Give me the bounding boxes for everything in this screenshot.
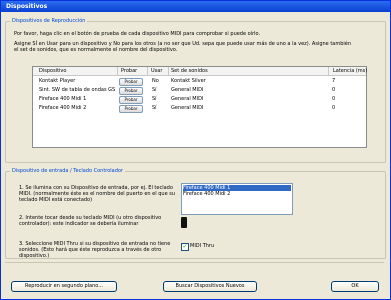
input-group-title: Dispositivo de entrada / Teclado Control… xyxy=(10,168,126,175)
column-header-device[interactable]: Dispositivo xyxy=(39,67,117,75)
column-header-soundset[interactable]: Set de sonidos xyxy=(168,67,331,75)
window-title: Dispositivos xyxy=(6,3,48,10)
play-in-background-button[interactable]: Reproducir en segundo plano... xyxy=(11,281,117,292)
playback-instruction-3: el set de sonidos, que es normalmente el… xyxy=(14,47,178,53)
soundset-value[interactable]: General MIDI xyxy=(171,104,203,112)
playback-instruction-1: Por favor, haga clic en el botón de prue… xyxy=(14,31,261,37)
ok-button[interactable]: OK xyxy=(331,281,379,292)
latency-value: 7 xyxy=(332,78,336,84)
checkmark-icon: ✓ xyxy=(182,243,188,250)
test-button[interactable]: Probar xyxy=(119,87,143,95)
table-header: Dispositivo Probar Usar Set de sonidos L… xyxy=(33,67,368,76)
use-value[interactable]: No xyxy=(152,77,159,85)
soundset-value[interactable]: General MIDI xyxy=(171,86,203,94)
use-value[interactable]: Sí xyxy=(152,95,157,103)
table-row[interactable]: Fireface 400 Midi 1 Probar Sí General MI… xyxy=(33,95,366,104)
column-header-test[interactable]: Probar xyxy=(117,67,151,75)
table-row[interactable]: Sint. SW de tabla de ondas GS Probar Sí … xyxy=(33,86,366,95)
latency-value: 0 xyxy=(332,105,336,111)
device-name: Sint. SW de tabla de ondas GS xyxy=(39,87,116,93)
divider xyxy=(5,262,384,263)
soundset-value[interactable]: Kontakt Silver xyxy=(171,77,206,85)
table-row[interactable]: Kontakt Player Probar No Kontakt Silver … xyxy=(33,77,366,86)
search-new-devices-button[interactable]: Buscar Dispositivos Nuevos xyxy=(163,281,257,292)
devices-dialog: Dispositivos Dispositivos de Reproducció… xyxy=(0,0,391,300)
input-device-list[interactable]: Fireface 400 Midi 1 Fireface 400 Midi 2 xyxy=(181,183,293,215)
use-value[interactable]: Sí xyxy=(152,86,157,94)
test-button[interactable]: Probar xyxy=(119,96,143,104)
step2-line-2: controlador): este indicador se debería … xyxy=(19,221,139,227)
latency-value: 0 xyxy=(332,87,336,93)
column-header-latency[interactable]: Latencia (ms) xyxy=(328,67,368,75)
table-row[interactable]: Fireface 400 Midi 2 Probar Sí General MI… xyxy=(33,104,366,113)
device-name: Fireface 400 Midi 1 xyxy=(39,96,87,102)
latency-value: 0 xyxy=(332,96,336,102)
step1-line-3: teclado MIDI está conectado) xyxy=(19,197,93,203)
midi-thru-label[interactable]: MIDI Thru xyxy=(190,243,214,249)
test-button[interactable]: Probar xyxy=(119,105,143,113)
list-item[interactable]: Fireface 400 Midi 2 xyxy=(183,191,291,197)
step3-line-3: dispositivo.) xyxy=(19,253,50,259)
soundset-value[interactable]: General MIDI xyxy=(171,95,203,103)
title-bar[interactable]: Dispositivos xyxy=(1,1,390,12)
midi-thru-checkbox[interactable]: ✓ xyxy=(181,243,189,251)
test-button[interactable]: Probar xyxy=(119,78,143,86)
playback-group-title: Dispositivos de Reproducción xyxy=(10,18,88,25)
midi-activity-indicator xyxy=(181,217,187,228)
device-name: Kontakt Player xyxy=(39,78,76,84)
use-value[interactable]: Sí xyxy=(152,104,157,112)
device-name: Fireface 400 Midi 2 xyxy=(39,105,87,111)
playback-devices-table: Dispositivo Probar Usar Set de sonidos L… xyxy=(32,66,367,148)
